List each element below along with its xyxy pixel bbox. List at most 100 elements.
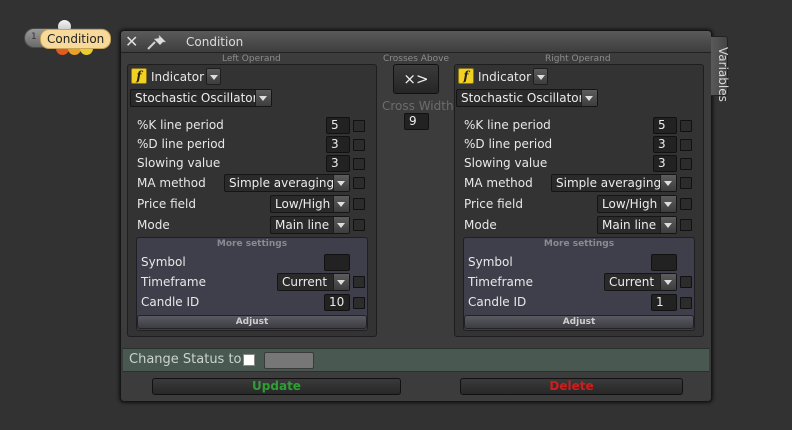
left-slowing-input[interactable]: 3	[326, 155, 350, 172]
cross-width-label: Cross Width	[382, 99, 454, 113]
right-ma-checkbox[interactable]	[680, 177, 692, 189]
left-k-label: %K line period	[137, 118, 224, 132]
right-mode-select[interactable]: Main line	[597, 216, 677, 234]
node-number: 1	[31, 32, 37, 42]
right-k-checkbox[interactable]	[680, 120, 692, 132]
left-candle-input[interactable]: 10	[324, 294, 350, 311]
chevron-down-icon[interactable]	[206, 68, 221, 85]
right-more-settings-header[interactable]: More settings	[464, 239, 694, 249]
left-timeframe-checkbox[interactable]	[353, 276, 365, 288]
left-mode-select[interactable]: Main line	[270, 216, 350, 234]
left-price-checkbox[interactable]	[353, 198, 365, 210]
dialog-title: Condition	[186, 35, 244, 49]
cross-width-input[interactable]: 9	[404, 113, 429, 130]
right-timeframe-checkbox[interactable]	[680, 276, 692, 288]
right-ma-value: Simple averaging	[556, 176, 662, 190]
right-price-select[interactable]: Low/High	[597, 195, 677, 213]
right-k-input[interactable]: 5	[653, 117, 677, 134]
left-indicator-select[interactable]: Stochastic Oscillator	[130, 89, 272, 107]
left-symbol-label: Symbol	[141, 255, 186, 269]
function-icon: f	[131, 68, 147, 84]
function-icon: f	[458, 68, 474, 84]
left-candle-label: Candle ID	[141, 295, 200, 309]
right-candle-label: Candle ID	[468, 295, 527, 309]
variables-tab-label: Variables	[716, 47, 730, 102]
right-price-value: Low/High	[602, 197, 658, 211]
chevron-down-icon[interactable]	[333, 274, 349, 290]
left-d-input[interactable]: 3	[326, 136, 350, 153]
left-ma-value: Simple averaging	[229, 176, 335, 190]
crosses-operator-button[interactable]: ×>	[393, 64, 439, 94]
left-k-checkbox[interactable]	[353, 120, 365, 132]
right-ma-select[interactable]: Simple averaging	[551, 174, 677, 192]
chevron-down-icon[interactable]	[255, 90, 271, 106]
chevron-down-icon[interactable]	[660, 217, 676, 233]
left-more-settings-header[interactable]: More settings	[137, 239, 367, 249]
change-status-label: Change Status to	[129, 352, 242, 367]
left-timeframe-value: Current	[282, 275, 328, 289]
right-d-checkbox[interactable]	[680, 139, 692, 151]
left-mode-checkbox[interactable]	[353, 219, 365, 231]
chevron-down-icon[interactable]	[533, 68, 548, 85]
left-ma-select[interactable]: Simple averaging	[224, 174, 350, 192]
chevron-down-icon[interactable]	[660, 196, 676, 212]
right-indicator-value: Stochastic Oscillator	[461, 91, 584, 105]
left-price-select[interactable]: Low/High	[270, 195, 350, 213]
left-price-label: Price field	[137, 197, 196, 211]
left-d-label: %D line period	[137, 137, 226, 151]
left-operand-title: Left Operand	[222, 54, 281, 64]
chevron-down-icon[interactable]	[333, 175, 349, 191]
right-ma-label: MA method	[464, 176, 533, 190]
close-icon[interactable]: ✕	[125, 34, 138, 50]
right-timeframe-label: Timeframe	[468, 275, 533, 289]
right-candle-input[interactable]: 1	[651, 294, 677, 311]
node-label[interactable]: Condition	[40, 29, 112, 49]
chevron-down-icon[interactable]	[333, 196, 349, 212]
right-d-input[interactable]: 3	[653, 136, 677, 153]
left-timeframe-select[interactable]: Current	[277, 273, 350, 291]
right-candle-checkbox[interactable]	[680, 297, 692, 309]
left-price-value: Low/High	[275, 197, 331, 211]
left-mode-value: Main line	[275, 218, 330, 232]
left-k-input[interactable]: 5	[326, 117, 350, 134]
left-ma-label: MA method	[137, 176, 206, 190]
left-operand-type[interactable]: Indicator	[151, 70, 204, 84]
delete-button[interactable]: Delete	[460, 378, 683, 395]
right-operand-type[interactable]: Indicator	[478, 70, 531, 84]
right-symbol-input[interactable]	[651, 254, 677, 271]
right-price-checkbox[interactable]	[680, 198, 692, 210]
right-timeframe-select[interactable]: Current	[604, 273, 677, 291]
left-candle-checkbox[interactable]	[353, 297, 365, 309]
left-symbol-input[interactable]	[324, 254, 350, 271]
left-mode-label: Mode	[137, 218, 170, 232]
left-slowing-label: Slowing value	[137, 156, 221, 170]
crosses-above-label: Crosses Above	[383, 54, 449, 64]
right-slowing-label: Slowing value	[464, 156, 548, 170]
left-adjust-button[interactable]: Adjust	[137, 315, 367, 329]
right-mode-value: Main line	[602, 218, 657, 232]
left-slowing-checkbox[interactable]	[353, 158, 365, 170]
right-price-label: Price field	[464, 197, 523, 211]
right-mode-label: Mode	[464, 218, 497, 232]
chevron-down-icon[interactable]	[660, 175, 676, 191]
right-d-label: %D line period	[464, 137, 553, 151]
chevron-down-icon[interactable]	[333, 217, 349, 233]
right-slowing-checkbox[interactable]	[680, 158, 692, 170]
pin-icon[interactable]	[145, 33, 169, 51]
left-indicator-value: Stochastic Oscillator	[135, 91, 258, 105]
change-status-checkbox[interactable]	[243, 354, 255, 366]
chevron-down-icon[interactable]	[660, 274, 676, 290]
right-mode-checkbox[interactable]	[680, 219, 692, 231]
chevron-down-icon[interactable]	[581, 90, 597, 106]
left-ma-checkbox[interactable]	[353, 177, 365, 189]
right-indicator-select[interactable]: Stochastic Oscillator	[456, 89, 598, 107]
left-d-checkbox[interactable]	[353, 139, 365, 151]
right-k-label: %K line period	[464, 118, 551, 132]
update-button[interactable]: Update	[152, 378, 401, 395]
right-operand-title: Right Operand	[545, 54, 611, 64]
right-timeframe-value: Current	[609, 275, 655, 289]
left-timeframe-label: Timeframe	[141, 275, 206, 289]
right-adjust-button[interactable]: Adjust	[464, 315, 694, 329]
right-slowing-input[interactable]: 3	[653, 155, 677, 172]
change-status-field[interactable]	[264, 352, 314, 369]
